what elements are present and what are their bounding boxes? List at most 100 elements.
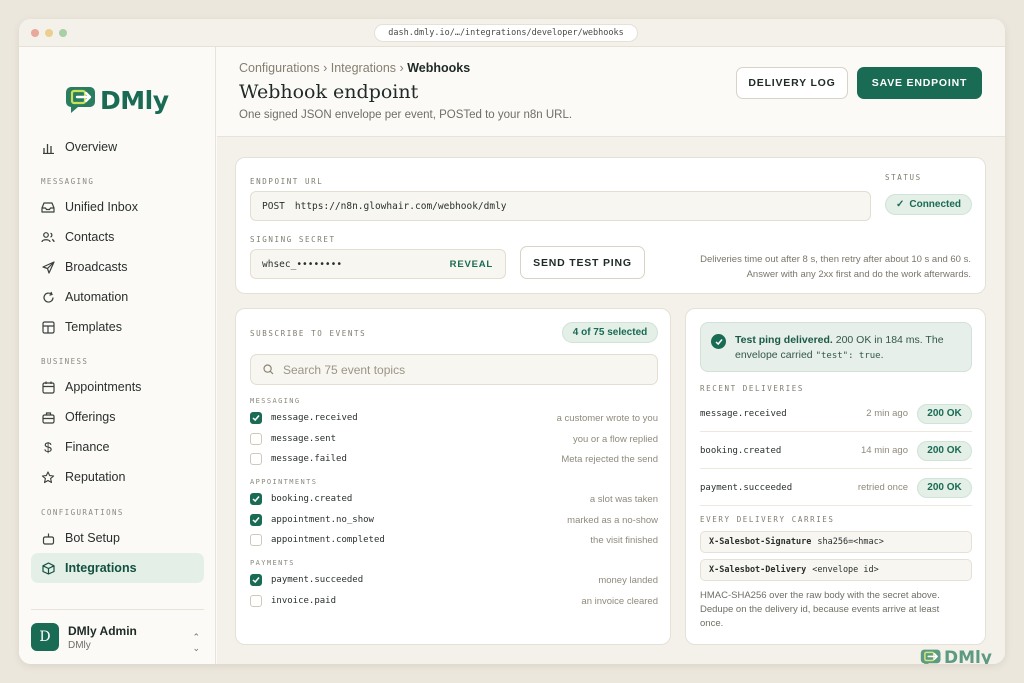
sidebar-item-unified-inbox[interactable]: Unified Inbox — [31, 192, 204, 222]
checkbox-checked[interactable] — [250, 493, 262, 505]
delivery-log-button[interactable]: DELIVERY LOG — [736, 67, 848, 99]
events-card: SUBSCRIBE TO EVENTS 4 of 75 selected Sea… — [235, 308, 671, 645]
breadcrumb-configurations[interactable]: Configurations — [239, 61, 320, 75]
delivery-status-badge: 200 OK — [917, 403, 972, 424]
checkbox-unchecked[interactable] — [250, 595, 262, 607]
sidebar-item-integrations[interactable]: Integrations — [31, 553, 204, 583]
event-row[interactable]: payment.succeeded money landed — [250, 571, 658, 589]
header-row: X-Salesbot-Signature sha256=<hmac> — [700, 531, 972, 553]
event-row[interactable]: message.failed Meta rejected the send — [250, 450, 658, 468]
event-name: invoice.paid — [271, 596, 337, 606]
event-description: Meta rejected the send — [561, 453, 658, 465]
event-description: an invoice cleared — [581, 595, 658, 607]
sidebar-item-label: Finance — [65, 440, 110, 454]
checkbox-unchecked[interactable] — [250, 453, 262, 465]
reveal-button[interactable]: REVEAL — [450, 259, 493, 270]
send-test-ping-button[interactable]: SEND TEST PING — [520, 246, 645, 279]
event-name: appointment.no_show — [271, 515, 374, 525]
delivery-time: 14 min ago — [860, 445, 908, 456]
brand-logo[interactable]: DMly — [65, 85, 169, 115]
banner-title: Test ping delivered. — [735, 334, 833, 346]
sidebar-item-automation[interactable]: Automation — [31, 282, 204, 312]
subscribe-label: SUBSCRIBE TO EVENTS — [250, 329, 367, 338]
sidebar-item-label: Integrations — [65, 561, 137, 575]
endpoint-url-label: ENDPOINT URL — [250, 177, 324, 186]
event-name: message.sent — [271, 434, 337, 444]
deliveries-card: Test ping delivered. 200 OK in 184 ms. T… — [685, 308, 986, 645]
event-row[interactable]: booking.created a slot was taken — [250, 490, 658, 508]
event-row[interactable]: appointment.no_show marked as a no-show — [250, 511, 658, 529]
check-icon: ✓ — [895, 199, 905, 210]
delivery-row[interactable]: message.received 2 min ago 200 OK — [700, 396, 972, 432]
chat-arrow-icon — [66, 87, 95, 113]
page-subtitle: One signed JSON envelope per event, POST… — [239, 109, 573, 121]
sidebar-item-overview[interactable]: Overview — [31, 132, 204, 162]
sidebar-item-broadcasts[interactable]: Broadcasts — [31, 252, 204, 282]
delivery-status-badge: 200 OK — [917, 440, 972, 461]
event-description: a slot was taken — [589, 493, 658, 505]
user-card[interactable]: D DMly Admin DMly ⌃ ⌄ — [31, 609, 204, 664]
footer-logo: DMly — [920, 648, 992, 664]
event-description: money landed — [598, 574, 658, 586]
recent-deliveries-label: RECENT DELIVERIES — [700, 384, 804, 393]
chevron-up-down-icon: ⌃ ⌄ — [192, 632, 200, 653]
sidebar-item-contacts[interactable]: Contacts — [31, 222, 204, 252]
event-row[interactable]: appointment.completed the visit finished — [250, 531, 658, 549]
signing-secret-field[interactable]: whsec_•••••••• REVEAL — [250, 249, 506, 279]
delivery-time: 2 min ago — [866, 408, 908, 419]
event-name: booking.created — [271, 494, 353, 504]
app-window: dash.dmly.io/…/integrations/developer/we… — [19, 19, 1005, 664]
dollar-icon: $ — [44, 439, 52, 455]
page-header: Configurations › Integrations › Webhooks… — [217, 47, 1005, 137]
event-row[interactable]: invoice.paid an invoice cleared — [250, 592, 658, 610]
send-icon — [41, 260, 55, 274]
search-icon — [263, 364, 274, 375]
close-dot[interactable] — [31, 29, 39, 37]
endpoint-url-value: https://n8n.glowhair.com/webhook/dmly — [294, 200, 507, 212]
section-business: BUSINESS — [41, 357, 89, 366]
event-description: marked as a no-show — [567, 514, 658, 526]
event-row[interactable]: message.sent you or a flow replied — [250, 430, 658, 448]
breadcrumb-integrations[interactable]: Integrations — [331, 61, 396, 75]
status-badge: ✓ Connected — [885, 194, 972, 215]
sidebar-item-reputation[interactable]: Reputation — [31, 462, 204, 492]
user-name: DMly Admin — [68, 623, 137, 638]
address-bar[interactable]: dash.dmly.io/…/integrations/developer/we… — [374, 24, 638, 42]
selected-count-badge: 4 of 75 selected — [562, 322, 658, 343]
minimize-dot[interactable] — [45, 29, 53, 37]
checkbox-unchecked[interactable] — [250, 534, 262, 546]
maximize-dot[interactable] — [59, 29, 67, 37]
test-ping-banner: Test ping delivered. 200 OK in 184 ms. T… — [700, 322, 972, 372]
status-label: STATUS — [885, 173, 922, 182]
event-description: you or a flow replied — [572, 433, 658, 445]
header-name: X-Salesbot-Signature — [709, 537, 812, 547]
group-payments: PAYMENTS — [250, 559, 295, 567]
main-content: Configurations › Integrations › Webhooks… — [217, 47, 1005, 664]
event-description: the visit finished — [590, 534, 658, 546]
calendar-icon — [41, 380, 55, 394]
checkbox-checked[interactable] — [250, 574, 262, 586]
search-input[interactable]: Search 75 event topics — [283, 363, 405, 377]
section-messaging: MESSAGING — [41, 177, 95, 186]
bar-chart-icon — [41, 140, 55, 154]
retry-note-line: Answer with any 2xx first and do the wor… — [746, 269, 971, 280]
save-endpoint-button[interactable]: SAVE ENDPOINT — [857, 67, 982, 99]
checkbox-unchecked[interactable] — [250, 433, 262, 445]
group-appointments: APPOINTMENTS — [250, 478, 318, 486]
checkbox-checked[interactable] — [250, 412, 262, 424]
signing-secret-label: SIGNING SECRET — [250, 235, 336, 244]
sidebar-item-offerings[interactable]: Offerings — [31, 402, 204, 432]
sidebar-item-label: Reputation — [65, 470, 126, 484]
sidebar-item-label: Automation — [65, 290, 129, 304]
delivery-row[interactable]: payment.succeeded retried once 200 OK — [700, 470, 972, 506]
delivery-row[interactable]: booking.created 14 min ago 200 OK — [700, 433, 972, 469]
sidebar-item-finance[interactable]: $ Finance — [31, 432, 204, 462]
sidebar-item-templates[interactable]: Templates — [31, 312, 204, 342]
sidebar-item-bot-setup[interactable]: Bot Setup — [31, 523, 204, 553]
checkbox-checked[interactable] — [250, 514, 262, 526]
delivery-event: booking.created — [700, 445, 782, 456]
endpoint-url-field[interactable]: POST https://n8n.glowhair.com/webhook/dm… — [250, 191, 871, 221]
event-row[interactable]: message.received a customer wrote to you — [250, 409, 658, 427]
sidebar-item-appointments[interactable]: Appointments — [31, 372, 204, 402]
event-search-box[interactable]: Search 75 event topics — [250, 354, 658, 385]
